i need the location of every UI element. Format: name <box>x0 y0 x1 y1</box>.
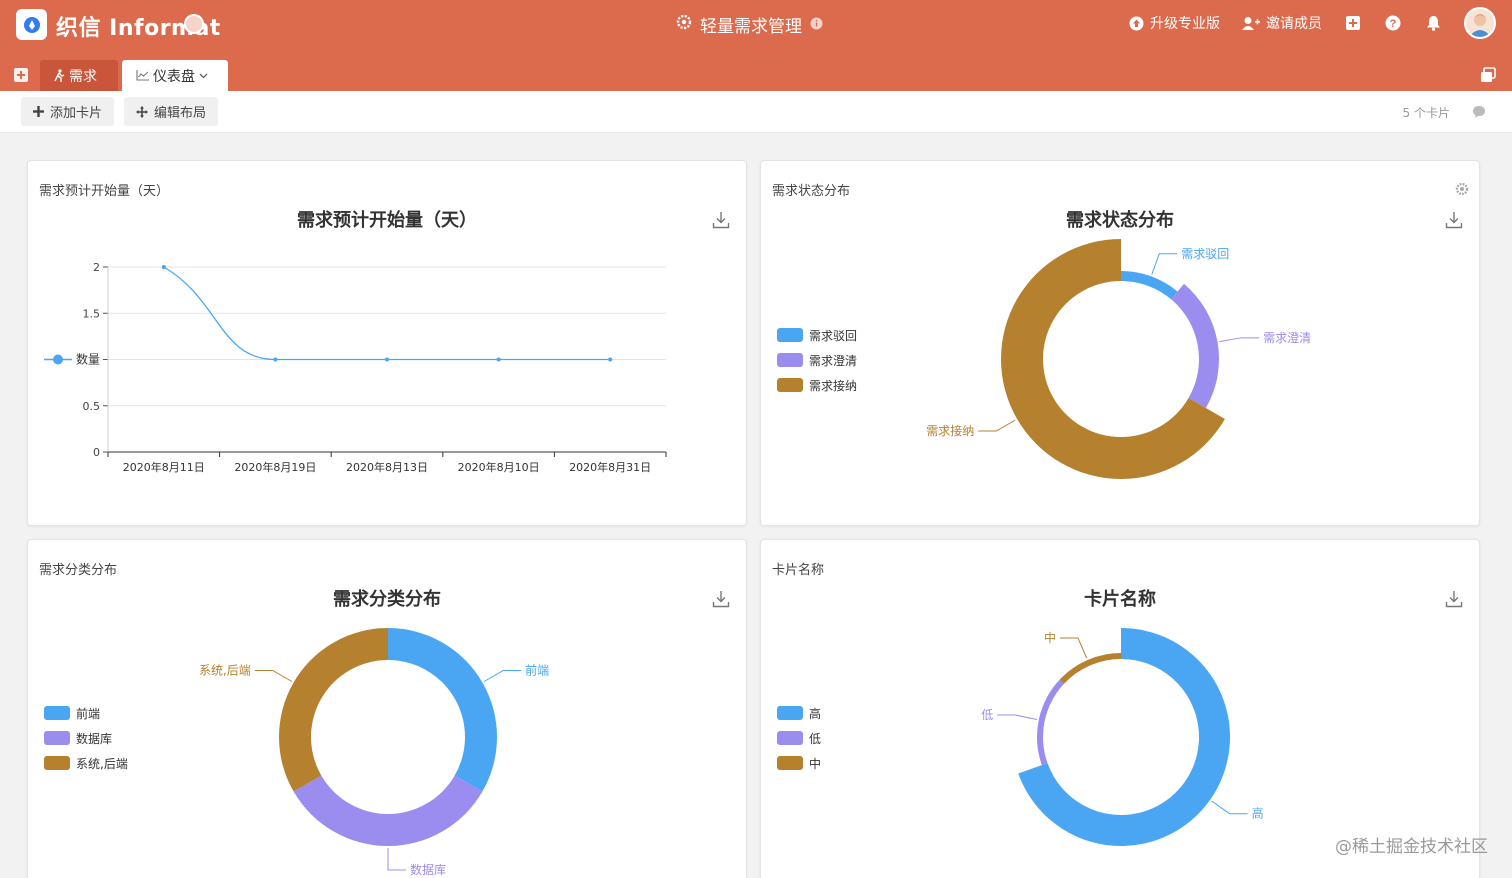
slice-label: 系统,后端 <box>199 664 251 678</box>
legend-label: 数量 <box>76 352 100 367</box>
data-point <box>608 357 613 362</box>
logo-icon[interactable] <box>16 9 47 40</box>
y-tick-label: 0 <box>93 446 100 459</box>
card-name-pie: 卡片名称 卡片名称 高低中 高低中 <box>760 539 1480 878</box>
donut-chart: 高 低 中 <box>981 628 1264 846</box>
help-icon[interactable]: ? <box>1384 14 1402 32</box>
app-title: 轻量需求管理 <box>700 17 802 37</box>
add-user-icon <box>1242 16 1260 30</box>
y-tick-label: 1.5 <box>83 307 101 320</box>
tab-label: 仪表盘 <box>153 68 195 85</box>
plus-icon <box>33 106 44 117</box>
chevron-down-icon[interactable] <box>199 73 208 79</box>
label-line <box>1211 800 1248 815</box>
card-category-pie: 需求分类分布 需求分类分布 前端 数据库 系统,后端 前端 数据库 系统,后端 <box>27 539 747 878</box>
line-chart: 0 0.5 1.5 2 2020年8月11日 2020年8月19日 2020年8月13日 20… <box>44 261 667 474</box>
label-line <box>483 670 522 682</box>
add-square-icon[interactable] <box>1344 14 1362 32</box>
label-line <box>978 419 1016 432</box>
card-status-pie: 需求状态分布 需求状态分布 需求驳回 需求澄清 需求接纳 需求驳回 需求澄清 需求接纳 <box>760 160 1480 526</box>
data-point <box>385 357 389 362</box>
user-avatar[interactable] <box>1464 7 1496 39</box>
top-actions: 升级专业版 邀请成员 ? <box>1129 7 1496 39</box>
slice-label: 高 <box>1252 806 1264 821</box>
edit-layout-label: 编辑布局 <box>154 106 207 121</box>
app-title-area: 轻量需求管理 <box>676 12 823 37</box>
slice-label: 需求驳回 <box>1181 247 1229 261</box>
slice-label: 数据库 <box>410 862 446 877</box>
donut-slice <box>1171 283 1219 408</box>
label-line <box>1151 253 1178 275</box>
upgrade-button[interactable]: 升级专业版 <box>1129 13 1220 33</box>
data-point <box>496 357 501 362</box>
slice-label: 前端 <box>525 663 549 678</box>
label-line <box>254 670 293 682</box>
add-tab-icon[interactable] <box>14 67 28 82</box>
x-tick-label: 2020年8月11日 <box>123 460 205 474</box>
copy-icon[interactable] <box>1480 67 1496 83</box>
tab-dashboard[interactable]: 仪表盘 <box>122 60 228 91</box>
donut-slice <box>1037 679 1064 766</box>
donut-slice <box>1001 239 1225 479</box>
slice-label: 需求澄清 <box>1263 330 1311 345</box>
svg-text:?: ? <box>1390 18 1397 30</box>
data-point <box>161 265 166 269</box>
x-tick-label: 2020年8月31日 <box>569 460 651 474</box>
edit-layout-button[interactable]: 编辑布局 <box>124 97 218 126</box>
label-line <box>997 714 1037 720</box>
donut-slice <box>1121 271 1178 300</box>
x-tick-label: 2020年8月10日 <box>458 460 540 474</box>
upgrade-label: 升级专业版 <box>1150 16 1220 32</box>
data-point <box>273 357 278 362</box>
tab-label: 需求 <box>69 68 97 85</box>
donut-slice <box>1018 628 1230 846</box>
add-card-button[interactable]: 添加卡片 <box>21 97 114 126</box>
upgrade-icon <box>1129 16 1144 30</box>
info-icon[interactable] <box>810 15 823 35</box>
legend-marker <box>53 354 63 365</box>
tab-requirements[interactable]: 需求 <box>40 60 118 91</box>
slice-label: 低 <box>981 708 993 722</box>
card-count: 5 个卡片 <box>1402 106 1450 120</box>
y-tick-label: 2 <box>93 261 100 274</box>
x-tick-label: 2020年8月13日 <box>346 460 428 474</box>
move-icon <box>136 105 148 118</box>
donut-chart: 需求驳回需求澄清需求接纳 <box>926 239 1311 479</box>
comment-icon[interactable] <box>1472 104 1486 118</box>
donut-chart: 前端数据库 系统,后端 <box>199 628 549 877</box>
slice-label: 需求接纳 <box>926 423 974 438</box>
donut-slice <box>1059 653 1121 684</box>
running-icon <box>54 69 65 82</box>
watermark: @稀土掘金技术社区 <box>1335 837 1488 857</box>
label-line <box>387 848 406 871</box>
invite-label: 邀请成员 <box>1266 16 1322 32</box>
x-tick-label: 2020年8月19日 <box>234 460 316 474</box>
label-line <box>1219 337 1260 343</box>
donut-slice <box>293 775 483 846</box>
y-tick-label: 0.5 <box>83 400 101 413</box>
top-bar: 织信 Informat 轻量需求管理 升级专业版 邀请成员 ? 需求 仪表盘 <box>0 0 1512 91</box>
invite-button[interactable]: 邀请成员 <box>1242 13 1322 33</box>
workspace-avatar[interactable] <box>184 14 204 34</box>
bell-icon[interactable] <box>1424 14 1442 32</box>
line-chart-icon <box>136 70 149 81</box>
gear-icon[interactable] <box>676 14 692 35</box>
toolbar: 添加卡片 编辑布局 5 个卡片 <box>0 91 1512 133</box>
card-line-chart: 需求预计开始量（天） 需求预计开始量（天） 0 0.5 1.5 2 2020年8月11日… <box>27 160 747 526</box>
label-line <box>1059 637 1088 659</box>
donut-slice <box>388 628 497 792</box>
add-card-label: 添加卡片 <box>50 106 103 121</box>
donut-slice <box>279 628 388 792</box>
slice-label: 中 <box>1044 630 1056 645</box>
